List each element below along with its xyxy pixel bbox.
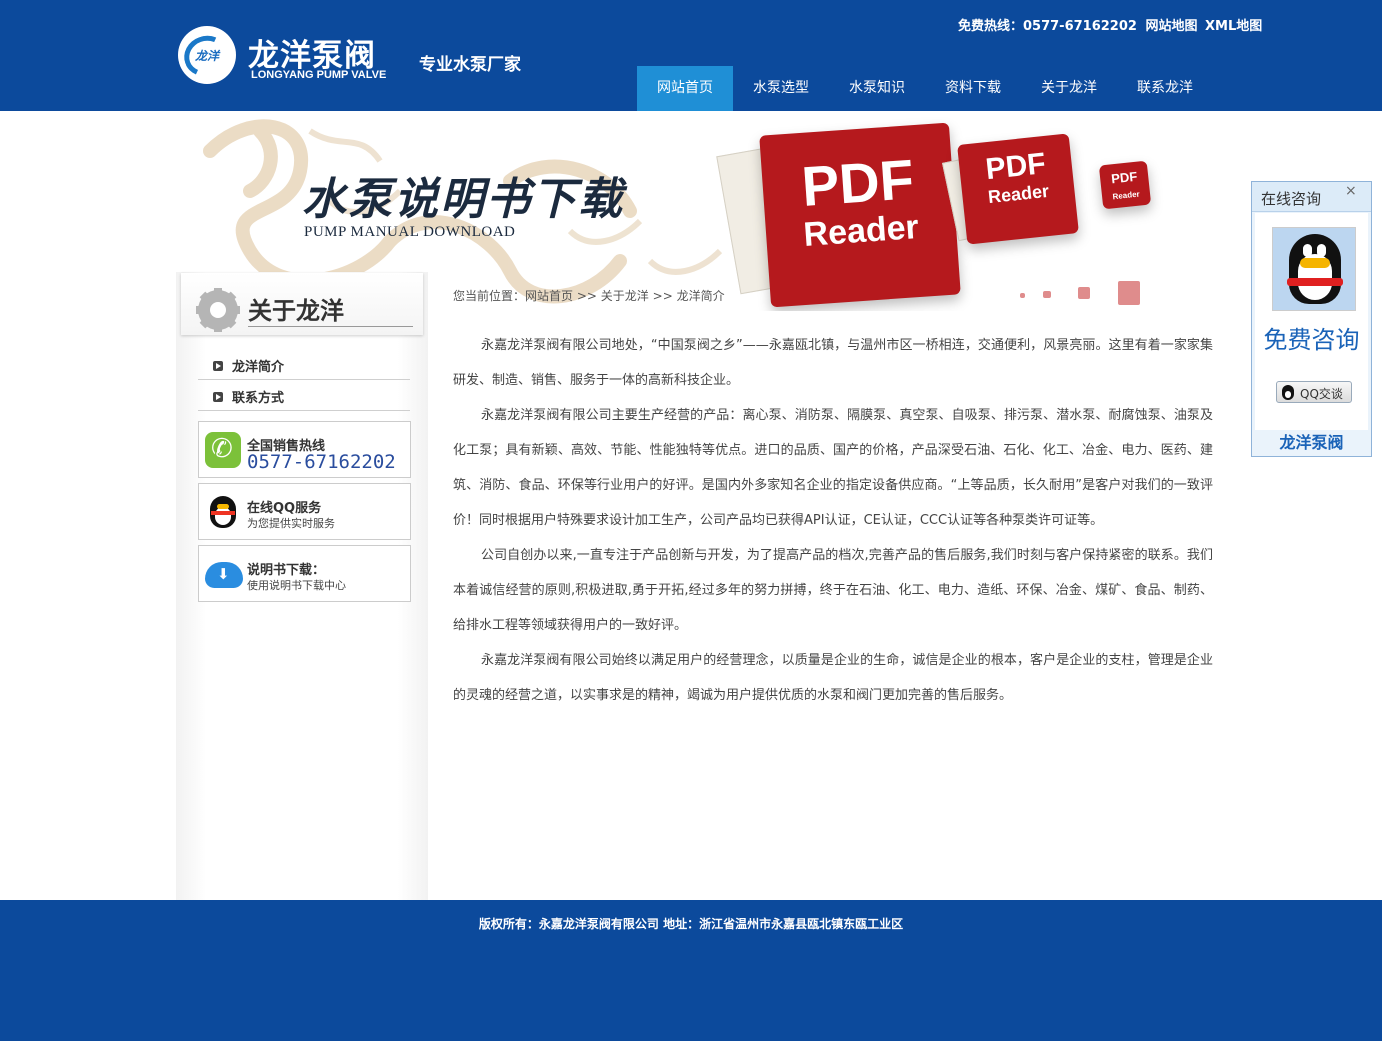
site-header: 龙洋 龙洋泵阀 LONGYANG PUMP VALVE 专业水泵厂家 免费热线：… xyxy=(0,0,1382,111)
nav-pump-selection[interactable]: 水泵选型 xyxy=(733,66,829,111)
xml-sitemap-link[interactable]: XML地图 xyxy=(1205,19,1262,34)
manual-download-box[interactable]: 说明书下载： 使用说明书下载中心 xyxy=(198,545,411,602)
pdf-book-small: PDF Reader xyxy=(1098,160,1152,210)
sidebar-title: 关于龙洋 xyxy=(248,297,344,325)
arrow-bullet-icon xyxy=(213,361,223,371)
close-icon[interactable]: × xyxy=(1345,183,1357,199)
breadcrumb-intro[interactable]: 龙洋简介 xyxy=(677,289,725,303)
banner-subtitle: PUMP MANUAL DOWNLOAD xyxy=(304,224,516,240)
breadcrumb-home[interactable]: 网站首页 xyxy=(525,289,573,303)
breadcrumb-separator: >> xyxy=(652,289,673,303)
qq-penguin-icon xyxy=(205,494,241,530)
sidebar-item-contact[interactable]: 联系方式 xyxy=(198,380,410,411)
online-consult-widget: 在线咨询 × 免费咨询 QQ交谈 龙洋泵阀 xyxy=(1251,181,1372,457)
hotline-box[interactable]: 全国销售热线 0577-67162202 xyxy=(198,421,411,478)
breadcrumb: 您当前位置：网站首页 >> 关于龙洋 >> 龙洋简介 xyxy=(453,287,725,304)
pdf-book-tiny xyxy=(1118,281,1140,305)
consult-header: 在线咨询 × xyxy=(1252,182,1371,212)
main-nav: 网站首页 水泵选型 水泵知识 资料下载 关于龙洋 联系龙洋 xyxy=(637,66,1213,111)
divider xyxy=(248,326,413,327)
breadcrumb-prefix: 您当前位置： xyxy=(453,289,526,303)
manual-download-title: 说明书下载： xyxy=(247,563,326,578)
consult-footer-brand: 龙洋泵阀 xyxy=(1279,433,1344,452)
arrow-bullet-icon xyxy=(213,392,223,402)
nav-home[interactable]: 网站首页 xyxy=(637,66,733,111)
qq-chat-label: QQ交谈 xyxy=(1300,387,1343,401)
sidebar-item-intro[interactable]: 龙洋简介 xyxy=(198,349,410,380)
hotline-text: 免费热线：0577-67162202 xyxy=(958,19,1137,34)
logo-mark: 龙洋 xyxy=(194,49,219,63)
manual-download-subtitle: 使用说明书下载中心 xyxy=(247,579,346,592)
article-body: 永嘉龙洋泵阀有限公司地处，“中国泵阀之乡”——永嘉瓯北镇，与温州市区一桥相连，交… xyxy=(453,328,1213,713)
qq-chat-button[interactable]: QQ交谈 xyxy=(1276,381,1352,403)
banner-title: 水泵说明书下载 xyxy=(302,174,624,225)
pdf-book-medium: PDF Reader xyxy=(957,133,1079,245)
gear-icon xyxy=(196,288,240,332)
slogan: 专业水泵厂家 xyxy=(419,55,521,75)
cloud-download-icon xyxy=(205,562,243,588)
article-paragraph: 永嘉龙洋泵阀有限公司始终以满足用户的经营理念，以质量是企业的生命，诚信是企业的根… xyxy=(453,653,1213,703)
breadcrumb-about[interactable]: 关于龙洋 xyxy=(601,289,649,303)
article-paragraph: 永嘉龙洋泵阀有限公司主要生产经营的产品：离心泵、消防泵、隔膜泵、真空泵、自吸泵、… xyxy=(453,408,1213,528)
nav-contact[interactable]: 联系龙洋 xyxy=(1117,66,1213,111)
sidebar-item-label: 龙洋简介 xyxy=(232,360,285,375)
nav-pump-knowledge[interactable]: 水泵知识 xyxy=(829,66,925,111)
pdf-book-tiny xyxy=(1020,293,1025,298)
article-paragraph: 公司自创办以来,一直专注于产品创新与开发，为了提高产品的档次,完善产品的售后服务… xyxy=(453,548,1213,633)
qq-icon xyxy=(1282,385,1294,400)
breadcrumb-separator: >> xyxy=(576,289,597,303)
consult-title: 在线咨询 xyxy=(1261,190,1322,208)
pdf-book-tiny xyxy=(1043,291,1051,298)
qq-service-subtitle: 为您提供实时服务 xyxy=(247,517,335,530)
qq-service-box[interactable]: 在线QQ服务 为您提供实时服务 xyxy=(198,483,411,540)
consult-body: 免费咨询 QQ交谈 xyxy=(1255,213,1368,430)
phone-icon xyxy=(205,432,241,468)
nav-about[interactable]: 关于龙洋 xyxy=(1021,66,1117,111)
hotline-number: 0577-67162202 xyxy=(247,451,396,473)
pdf-book-large: PDF Reader xyxy=(759,122,961,308)
pdf-book-tiny xyxy=(1078,287,1090,299)
top-links: 免费热线：0577-67162202 网站地图 XML地图 xyxy=(958,15,1265,34)
nav-downloads[interactable]: 资料下载 xyxy=(925,66,1021,111)
qq-service-title: 在线QQ服务 xyxy=(247,501,322,516)
sitemap-link[interactable]: 网站地图 xyxy=(1145,19,1197,34)
article-paragraph: 永嘉龙洋泵阀有限公司地处，“中国泵阀之乡”——永嘉瓯北镇，与温州市区一桥相连，交… xyxy=(453,338,1213,388)
sidebar-item-label: 联系方式 xyxy=(232,391,285,406)
free-consult-text: 免费咨询 xyxy=(1263,326,1360,354)
copyright-text: 版权所有：永嘉龙洋泵阀有限公司 地址：浙江省温州市永嘉县瓯北镇东瓯工业区 xyxy=(478,917,904,931)
qq-avatar xyxy=(1272,227,1356,311)
logo-english-name: LONGYANG PUMP VALVE xyxy=(251,69,387,81)
logo-icon[interactable]: 龙洋 xyxy=(178,26,236,84)
site-footer: 版权所有：永嘉龙洋泵阀有限公司 地址：浙江省温州市永嘉县瓯北镇东瓯工业区 xyxy=(0,900,1382,1041)
